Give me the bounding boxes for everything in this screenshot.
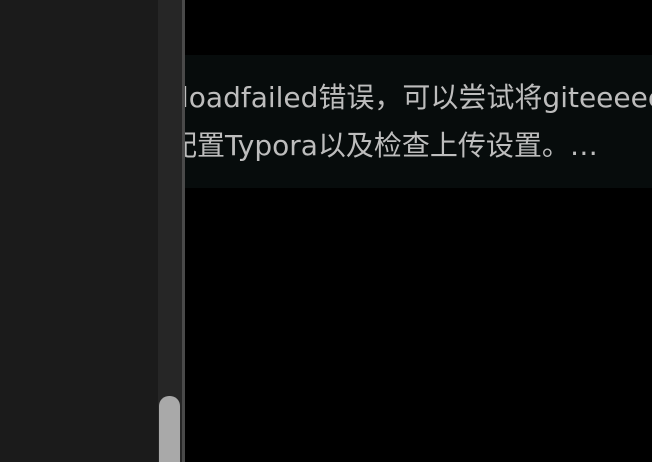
sidebar-panel	[0, 0, 158, 462]
sidebar-scrollbar-thumb[interactable]	[159, 396, 180, 462]
snippet-line-1: loadfailed错误，可以尝试将giteeeee	[185, 81, 652, 114]
sidebar-scrollbar-track[interactable]	[158, 0, 182, 462]
snippet-line-2: 配置Typora以及检查上传设置。…	[185, 129, 598, 162]
app-window: loadfailed错误，可以尝试将giteeeee 配置Typora以及检查上…	[0, 0, 652, 462]
search-result-snippet[interactable]: loadfailed错误，可以尝试将giteeeee 配置Typora以及检查上…	[185, 55, 652, 188]
main-content: loadfailed错误，可以尝试将giteeeee 配置Typora以及检查上…	[185, 0, 652, 462]
